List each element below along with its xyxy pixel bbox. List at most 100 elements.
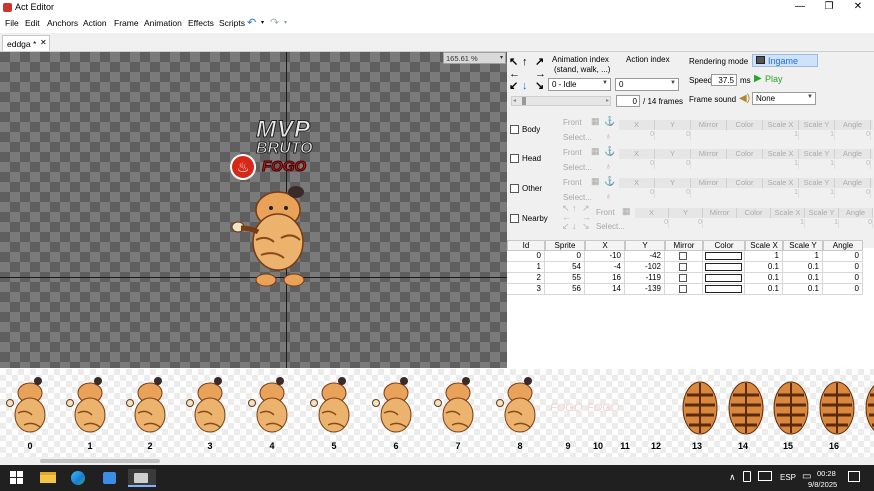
cell-id[interactable]: 0: [507, 251, 545, 262]
arrow-s-icon[interactable]: ↓: [522, 80, 528, 92]
menu-animation[interactable]: Animation: [144, 18, 182, 28]
cell-color[interactable]: [703, 284, 745, 295]
battery-icon[interactable]: [743, 471, 751, 482]
arrow-n-icon[interactable]: ↑: [522, 56, 528, 68]
color-swatch[interactable]: [705, 274, 742, 282]
mirror-checkbox[interactable]: [679, 285, 687, 293]
scrollbar-thumb[interactable]: [40, 459, 160, 463]
frame-input[interactable]: 0: [616, 95, 640, 107]
sprite-thumbnail[interactable]: [766, 373, 816, 443]
sprite-thumbnail[interactable]: [182, 373, 232, 443]
sprite-thumbnail[interactable]: [812, 373, 862, 443]
cell-angle[interactable]: 0: [823, 273, 863, 284]
language-indicator[interactable]: ESP: [780, 473, 796, 482]
sprite-thumbnail[interactable]: [368, 373, 418, 443]
redo-dropdown-icon[interactable]: ▾: [284, 19, 287, 26]
sprite-thumbnail[interactable]: [675, 373, 725, 443]
sprite-thumbnail[interactable]: [858, 373, 874, 443]
cell-x[interactable]: 16: [585, 273, 625, 284]
frame-sound-select[interactable]: None ▼: [752, 92, 816, 105]
sprite-list[interactable]: FOGO FOGO 0 1 2 3 4 5 6 7 8 9 10 11 12 13…: [0, 369, 874, 457]
cell-mirror[interactable]: [665, 273, 703, 284]
chevron-right-icon[interactable]: ▸: [606, 97, 609, 104]
pin-icon[interactable]: ♁: [605, 191, 612, 201]
cell-mirror[interactable]: [665, 251, 703, 262]
arrow-sw-icon[interactable]: ↙: [562, 222, 570, 231]
sprite-thumbnail[interactable]: [2, 373, 52, 443]
sprite-thumbnail[interactable]: [492, 373, 542, 443]
arrow-sw-icon[interactable]: ↙: [509, 80, 518, 92]
header-id[interactable]: Id: [507, 240, 545, 251]
header-scale-y[interactable]: Scale Y: [783, 240, 823, 251]
redo-icon[interactable]: ↷: [270, 16, 279, 29]
anchor-icon[interactable]: ⚓: [604, 176, 615, 187]
cell-sprite[interactable]: 55: [545, 273, 585, 284]
arrow-ne-icon[interactable]: ↗: [535, 56, 544, 68]
cell-scale-x[interactable]: 0.1: [745, 273, 783, 284]
arrow-s-icon[interactable]: ↓: [572, 222, 577, 231]
windows-start-icon[interactable]: [8, 469, 30, 487]
table-row[interactable]: 2 55 16 -119 0.1 0.1 0: [507, 273, 863, 284]
sprite-thumbnail[interactable]: [62, 373, 112, 443]
action-index-select[interactable]: 0 ▼: [615, 78, 679, 91]
animation-index-select[interactable]: 0 - Idle ▼: [548, 78, 611, 91]
cell-sprite[interactable]: 54: [545, 262, 585, 273]
zoom-selector[interactable]: 165.61 % ▾: [443, 52, 506, 64]
table-row[interactable]: 0 0 -10 -42 1 1 0: [507, 251, 863, 262]
cell-scale-y[interactable]: 1: [783, 251, 823, 262]
menu-action[interactable]: Action: [83, 18, 107, 28]
menu-edit[interactable]: Edit: [25, 18, 40, 28]
sprite-thumbnail[interactable]: [430, 373, 480, 443]
body-checkbox[interactable]: [510, 125, 519, 134]
play-icon[interactable]: ▶: [754, 73, 762, 84]
sprite-thumbnail[interactable]: [122, 373, 172, 443]
undo-dropdown-icon[interactable]: ▾: [261, 19, 264, 26]
header-scale-x[interactable]: Scale X: [745, 240, 783, 251]
sprite-thumbnail[interactable]: FOGO: [585, 373, 635, 443]
header-color[interactable]: Color: [703, 240, 745, 251]
head-checkbox[interactable]: [510, 154, 519, 163]
sprite-thumbnail[interactable]: [244, 373, 294, 443]
cell-id[interactable]: 1: [507, 262, 545, 273]
cell-color[interactable]: [703, 251, 745, 262]
cell-id[interactable]: 2: [507, 273, 545, 284]
nearby-select-label[interactable]: Select...: [596, 222, 625, 231]
menu-scripts[interactable]: Scripts: [219, 18, 245, 28]
slider-thumb[interactable]: [522, 97, 526, 105]
arrow-n-icon[interactable]: ↑: [572, 204, 577, 213]
notification-icon[interactable]: [848, 471, 860, 482]
arrow-nw-icon[interactable]: ↖: [509, 56, 518, 68]
head-select-label[interactable]: Select...: [563, 163, 592, 172]
cell-x[interactable]: 14: [585, 284, 625, 295]
cell-sprite[interactable]: 56: [545, 284, 585, 295]
menu-effects[interactable]: Effects: [188, 18, 214, 28]
clock-date[interactable]: 9/8/2025: [808, 480, 837, 489]
speaker-icon[interactable]: ◀): [739, 93, 750, 104]
anchor-icon[interactable]: ⚓: [604, 116, 615, 127]
mirror-checkbox[interactable]: [679, 263, 687, 271]
cell-angle[interactable]: 0: [823, 284, 863, 295]
cell-y[interactable]: -102: [625, 262, 665, 273]
act-editor-taskbar-icon[interactable]: [128, 469, 156, 487]
store-icon[interactable]: [99, 469, 121, 487]
maximize-button[interactable]: ❐: [818, 0, 840, 15]
direction-pad[interactable]: ↖ ↑ ↗ ← → ↙ ↓ ↘: [509, 56, 546, 92]
speed-input[interactable]: 37.5: [711, 74, 737, 86]
cell-angle[interactable]: 0: [823, 251, 863, 262]
chevron-up-icon[interactable]: ∧: [729, 472, 736, 483]
other-checkbox[interactable]: [510, 184, 519, 193]
cell-y[interactable]: -139: [625, 284, 665, 295]
header-sprite[interactable]: Sprite: [545, 240, 585, 251]
cell-angle[interactable]: 0: [823, 262, 863, 273]
rendering-mode-select[interactable]: Ingame: [752, 54, 818, 67]
cell-mirror[interactable]: [665, 284, 703, 295]
menu-file[interactable]: File: [5, 18, 19, 28]
color-swatch[interactable]: [705, 263, 742, 271]
arrow-se-icon[interactable]: ↘: [535, 80, 544, 92]
chevron-left-icon[interactable]: ◂: [513, 97, 516, 104]
cell-mirror[interactable]: [665, 262, 703, 273]
anchor-icon[interactable]: ⚓: [604, 146, 615, 157]
menu-frame[interactable]: Frame: [114, 18, 139, 28]
header-y[interactable]: Y: [625, 240, 665, 251]
cell-x[interactable]: -10: [585, 251, 625, 262]
